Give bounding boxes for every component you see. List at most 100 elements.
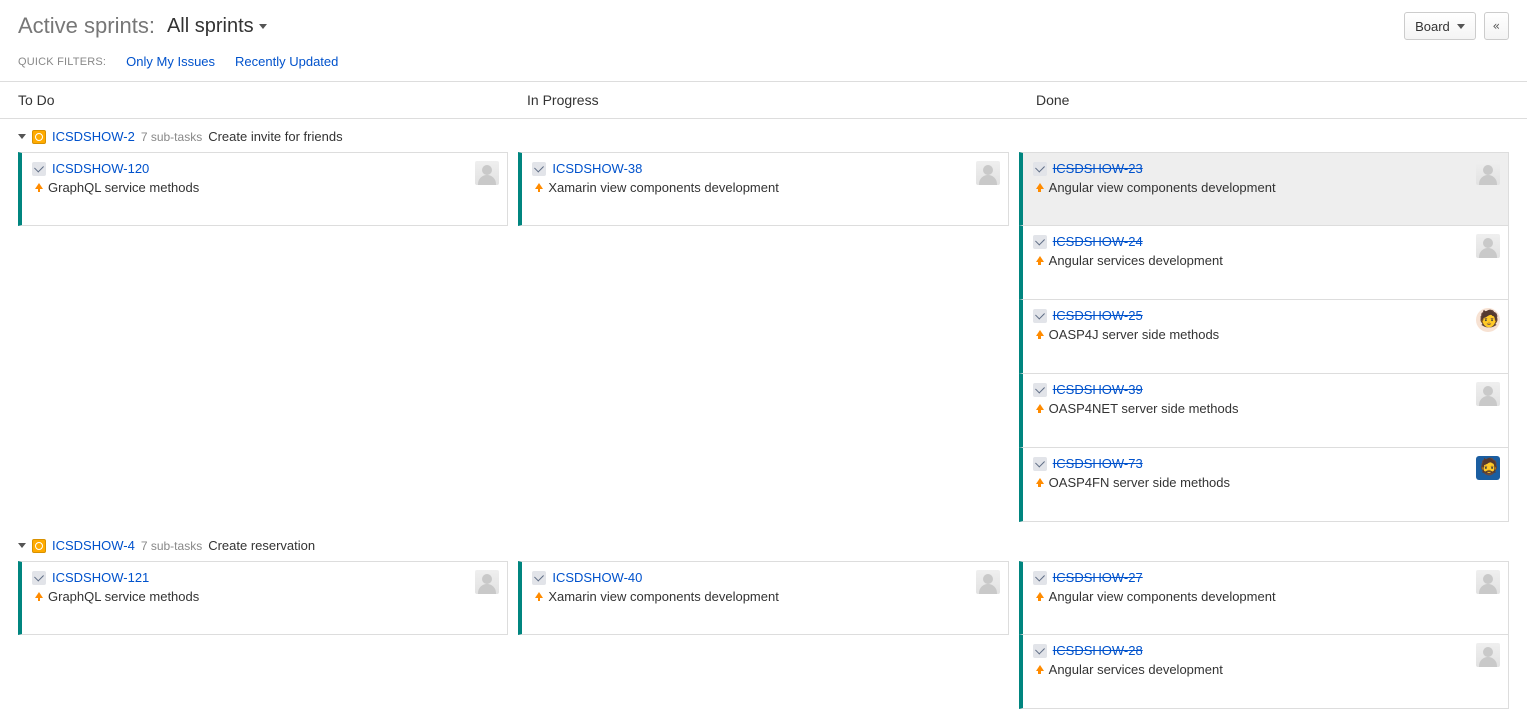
subtask-icon [1033,383,1047,397]
caret-down-icon [259,24,267,29]
board-column[interactable]: ICSDSHOW-38 Xamarin view components devel… [518,152,1008,522]
subtask-icon [1033,162,1047,176]
issue-key[interactable]: ICSDSHOW-120 [52,161,149,176]
card-bottom: OASP4J server side methods [1033,327,1498,342]
chevron-down-icon[interactable] [18,543,26,548]
sprint-dropdown-label: All sprints [167,15,254,38]
caret-down-icon [1457,24,1465,29]
priority-icon [1033,665,1043,675]
issue-key[interactable]: ICSDSHOW-38 [552,161,642,176]
issue-card[interactable]: ICSDSHOW-73 OASP4FN server side methods [1019,448,1509,522]
subtask-icon [1033,571,1047,585]
issue-summary: Xamarin view components development [548,180,779,195]
card-bottom: GraphQL service methods [32,180,497,195]
assignee-avatar[interactable] [1476,382,1500,406]
board-column[interactable]: ICSDSHOW-120 GraphQL service methods [18,152,508,522]
issue-card[interactable]: ICSDSHOW-120 GraphQL service methods [18,152,508,226]
issue-card[interactable]: ICSDSHOW-27 Angular view components devel… [1019,561,1509,635]
issue-key[interactable]: ICSDSHOW-24 [1053,234,1143,249]
issue-summary: Angular view components development [1049,589,1276,604]
swimlane-subtasks-count: 7 sub-tasks [141,130,202,144]
filter-only-my-issues[interactable]: Only My Issues [126,54,215,69]
subtask-icon [32,162,46,176]
board-menu-label: Board [1415,19,1450,34]
card-bottom: Xamarin view components development [532,589,997,604]
columns-header: To Do In Progress Done [0,81,1527,119]
issue-card[interactable]: ICSDSHOW-121GraphQL service methods [18,561,508,635]
header-right-buttons: Board « [1404,12,1509,40]
issue-key[interactable]: ICSDSHOW-40 [552,570,642,585]
subtask-icon [1033,457,1047,471]
assignee-avatar[interactable] [475,161,499,185]
issue-key[interactable]: ICSDSHOW-28 [1053,643,1143,658]
issue-summary: OASP4NET server side methods [1049,401,1239,416]
card-bottom: Angular services development [1033,662,1498,677]
issue-summary: Angular services development [1049,253,1223,268]
priority-icon [1033,256,1043,266]
filter-recently-updated[interactable]: Recently Updated [235,54,338,69]
issue-card[interactable]: ICSDSHOW-25 OASP4J server side methods [1019,300,1509,374]
subtask-icon [32,571,46,585]
subtask-icon [532,162,546,176]
card-top: ICSDSHOW-121 [32,570,497,585]
assignee-avatar[interactable] [1476,308,1500,332]
issue-summary: OASP4J server side methods [1049,327,1220,342]
assignee-avatar[interactable] [1476,643,1500,667]
card-bottom: Angular services development [1033,253,1498,268]
card-bottom: Angular view components development [1033,180,1498,195]
card-top: ICSDSHOW-27 [1033,570,1498,585]
board-row: ICSDSHOW-121GraphQL service methodsICSDS… [0,561,1527,715]
issue-card[interactable]: ICSDSHOW-24 Angular services development [1019,226,1509,300]
swimlane-key[interactable]: ICSDSHOW-2 [52,129,135,144]
card-top: ICSDSHOW-120 [32,161,497,176]
assignee-avatar[interactable] [976,570,1000,594]
card-bottom: OASP4NET server side methods [1033,401,1498,416]
subtask-icon [1033,235,1047,249]
issue-summary: Xamarin view components development [548,589,779,604]
sprint-dropdown[interactable]: All sprints [167,15,267,38]
board-column[interactable]: ICSDSHOW-40 Xamarin view components devel… [518,561,1008,709]
collapse-button[interactable]: « [1484,12,1509,40]
issue-card[interactable]: ICSDSHOW-38 Xamarin view components devel… [518,152,1008,226]
issue-key[interactable]: ICSDSHOW-73 [1053,456,1143,471]
issue-summary: OASP4FN server side methods [1049,475,1230,490]
issue-card[interactable]: ICSDSHOW-39 OASP4NET server side methods [1019,374,1509,448]
card-top: ICSDSHOW-73 [1033,456,1498,471]
swimlane-key[interactable]: ICSDSHOW-4 [52,538,135,553]
assignee-avatar[interactable] [976,161,1000,185]
board-column[interactable]: ICSDSHOW-23 Angular view components devel… [1019,152,1509,522]
board-column[interactable]: ICSDSHOW-121GraphQL service methods [18,561,508,709]
issue-summary: Angular view components development [1049,180,1276,195]
issue-key[interactable]: ICSDSHOW-25 [1053,308,1143,323]
board-header: Active sprints: All sprints Board « [0,0,1527,50]
issue-card[interactable]: ICSDSHOW-23 Angular view components devel… [1019,152,1509,226]
priority-icon [532,592,542,602]
chevron-down-icon[interactable] [18,134,26,139]
issue-summary: Angular services development [1049,662,1223,677]
issue-key[interactable]: ICSDSHOW-27 [1053,570,1143,585]
swimlane-header[interactable]: ICSDSHOW-27 sub-tasksCreate invite for f… [0,119,1527,152]
board-row: ICSDSHOW-120GraphQL service methodsICSDS… [0,152,1527,528]
issue-summary: GraphQL service methods [48,180,199,195]
subtask-icon [1033,644,1047,658]
card-top: ICSDSHOW-40 [532,570,997,585]
swimlane-header[interactable]: ICSDSHOW-47 sub-tasksCreate reservation [0,528,1527,561]
issue-key[interactable]: ICSDSHOW-121 [52,570,149,585]
assignee-avatar[interactable] [1476,234,1500,258]
assignee-avatar[interactable] [1476,161,1500,185]
issue-key[interactable]: ICSDSHOW-23 [1053,161,1143,176]
assignee-avatar[interactable] [475,570,499,594]
issue-card[interactable]: ICSDSHOW-28 Angular services development [1019,635,1509,709]
board-menu-button[interactable]: Board [1404,12,1476,40]
story-icon [32,130,46,144]
priority-icon [1033,183,1043,193]
quick-filters-label: QUICK FILTERS: [18,56,106,68]
priority-icon [1033,592,1043,602]
issue-key[interactable]: ICSDSHOW-39 [1053,382,1143,397]
issue-card[interactable]: ICSDSHOW-40 Xamarin view components devel… [518,561,1008,635]
assignee-avatar[interactable] [1476,570,1500,594]
assignee-avatar[interactable] [1476,456,1500,480]
page-title: Active sprints: [18,13,155,39]
board-column[interactable]: ICSDSHOW-27 Angular view components devel… [1019,561,1509,709]
column-header-inprogress: In Progress [509,92,1018,108]
